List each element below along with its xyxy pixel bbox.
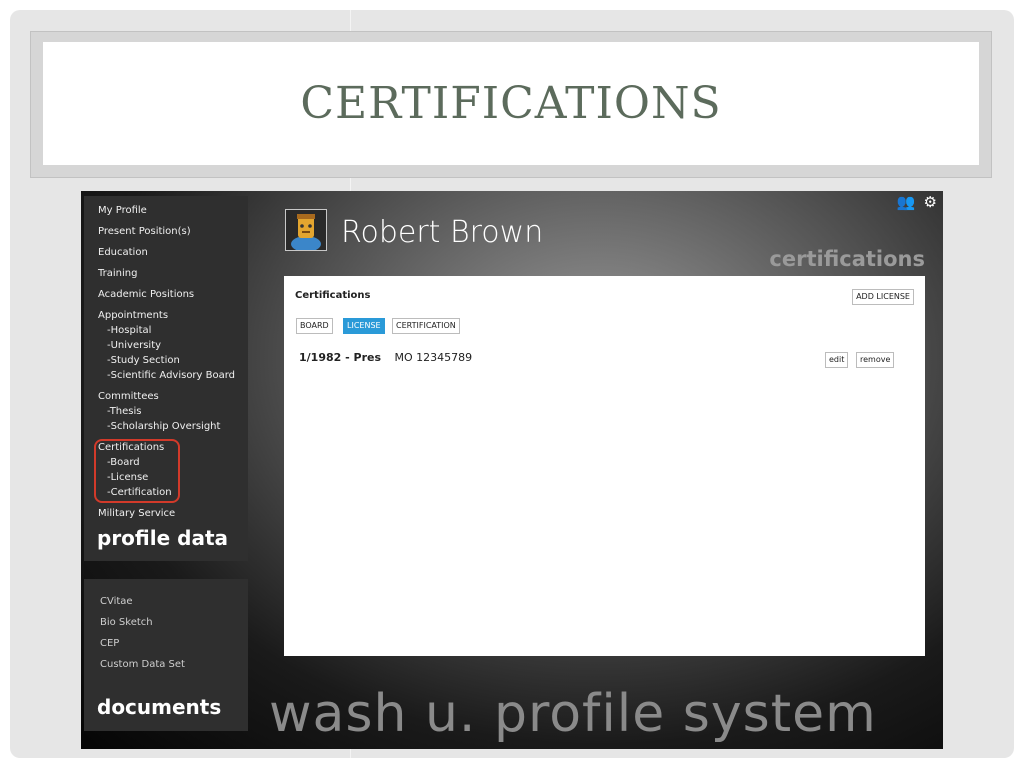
doc-item-bio-sketch[interactable]: Bio Sketch [100,612,185,633]
nav-item-committees[interactable]: Committees [98,389,235,404]
nav-item-appointments[interactable]: Appointments [98,308,235,323]
avatar[interactable] [285,209,327,251]
nav-item-my-profile[interactable]: My Profile [98,203,235,218]
nav-item-thesis[interactable]: -Thesis [98,404,235,419]
tab-board[interactable]: BOARD [296,318,333,334]
top-icons: 👥 ⚙ [897,195,937,210]
profile-sidebar: My Profile Present Position(s) Education… [84,196,248,561]
slide-title-box: CERTIFICATIONS [43,42,979,165]
nav-item-scientific-advisory-board[interactable]: -Scientific Advisory Board [98,368,235,383]
doc-item-cvitae[interactable]: CVitae [100,591,185,612]
footer-brand: wash u. profile system [269,684,877,744]
documents-sidebar: CVitae Bio Sketch CEP Custom Data Set do… [84,579,248,731]
tab-license[interactable]: LICENSE [343,318,385,334]
gear-icon[interactable]: ⚙ [924,195,937,210]
panel-title: Certifications [295,290,371,301]
doc-item-cep[interactable]: CEP [100,633,185,654]
avatar-icon [286,210,326,250]
documents-label: documents [97,695,222,719]
edit-button[interactable]: edit [825,352,849,368]
license-row: 1/1982 - Pres MO 12345789 [299,351,910,367]
add-license-button[interactable]: ADD LICENSE [852,289,914,305]
remove-button[interactable]: remove [856,352,895,368]
nav-item-hospital[interactable]: -Hospital [98,323,235,338]
slide-title-frame: CERTIFICATIONS [30,31,992,178]
people-icon[interactable]: 👥 [897,195,916,210]
nav-item-training[interactable]: Training [98,266,235,281]
user-name: Robert Brown [341,215,544,250]
nav-item-academic-positions[interactable]: Academic Positions [98,287,235,302]
app-screenshot: My Profile Present Position(s) Education… [81,191,943,749]
certifications-panel: Certifications ADD LICENSE BOARD LICENSE… [284,276,925,656]
nav-item-university[interactable]: -University [98,338,235,353]
nav-item-present-positions[interactable]: Present Position(s) [98,224,235,239]
profile-data-label: profile data [97,526,228,550]
license-number: MO 12345789 [394,351,473,364]
slide-title: CERTIFICATIONS [300,78,722,129]
page-label: certifications [769,247,925,271]
documents-nav-list: CVitae Bio Sketch CEP Custom Data Set [100,591,185,675]
license-date: 1/1982 - Pres [299,351,382,364]
certifications-highlight-box [94,439,180,503]
nav-item-education[interactable]: Education [98,245,235,260]
nav-item-study-section[interactable]: -Study Section [98,353,235,368]
tab-certification[interactable]: CERTIFICATION [392,318,460,334]
doc-item-custom-data-set[interactable]: Custom Data Set [100,654,185,675]
nav-item-military-service[interactable]: Military Service [98,506,235,521]
nav-item-scholarship-oversight[interactable]: -Scholarship Oversight [98,419,235,434]
